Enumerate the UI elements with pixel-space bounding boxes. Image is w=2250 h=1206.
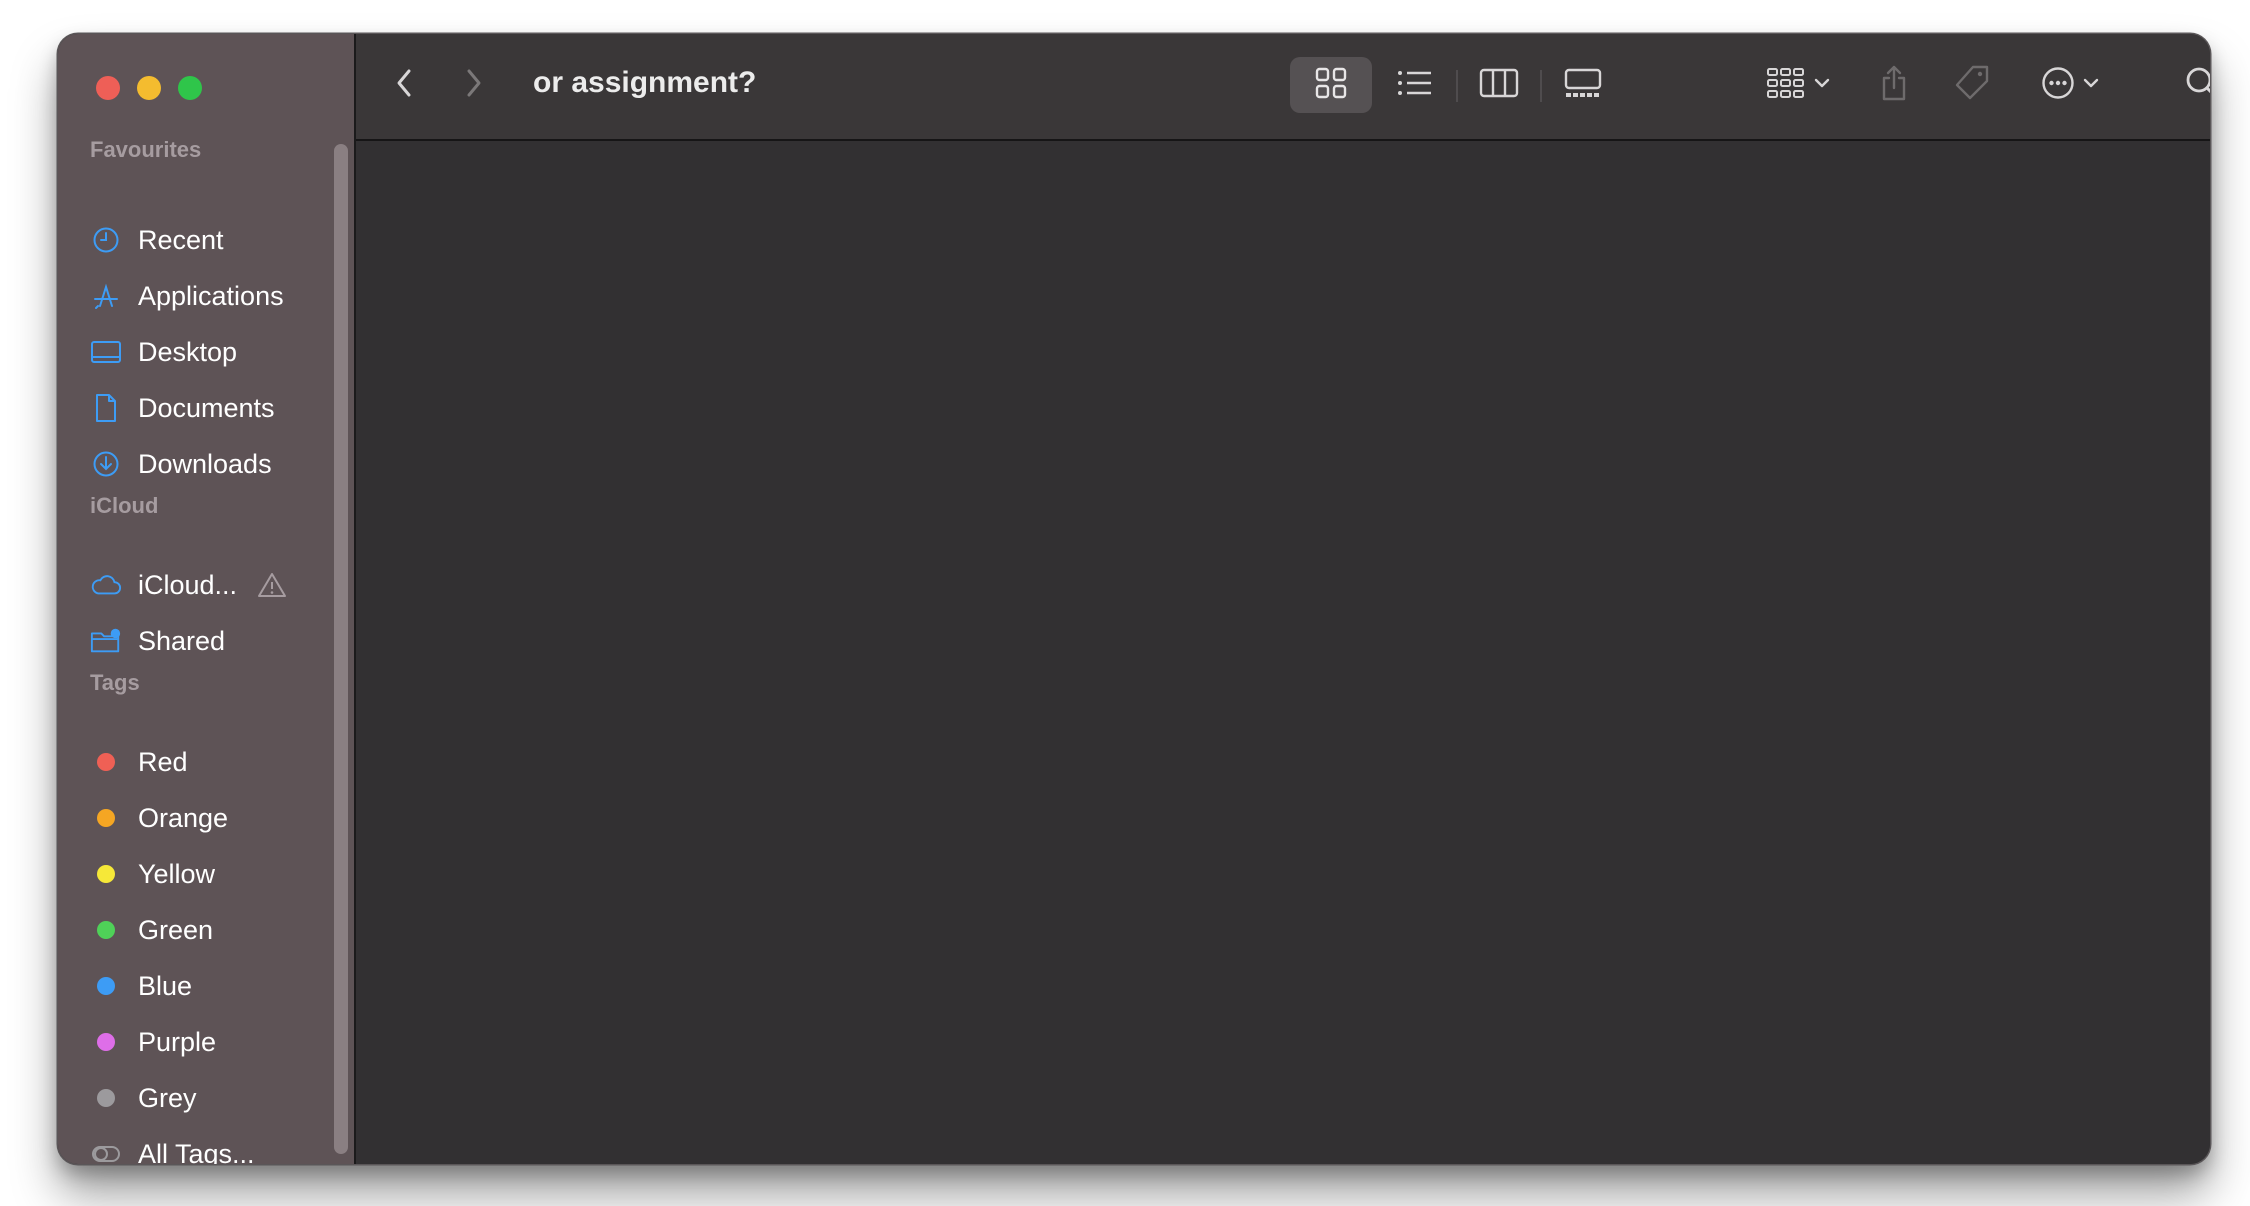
share-button[interactable] bbox=[1870, 61, 1918, 109]
window-title: or assignment? bbox=[533, 66, 757, 99]
sidebar-item-documents[interactable]: Documents bbox=[90, 386, 330, 430]
gallery-view-icon bbox=[1563, 67, 1603, 104]
toolbar: or assignment? bbox=[356, 34, 2210, 141]
sidebar-item-downloads[interactable]: Downloads bbox=[90, 442, 330, 486]
clock-icon bbox=[90, 224, 122, 256]
sidebar-item-label: Applications bbox=[138, 280, 284, 311]
shared-folder-icon bbox=[90, 625, 122, 657]
sidebar-item-recent[interactable]: Recent bbox=[90, 218, 330, 262]
sidebar-item-label: Blue bbox=[138, 970, 193, 1001]
group-icon bbox=[1766, 65, 1806, 106]
sidebar-item-tag-grey[interactable]: Grey bbox=[90, 1076, 330, 1120]
sidebar-item-tag-red[interactable]: Red bbox=[90, 740, 330, 784]
sidebar-item-shared[interactable]: Shared bbox=[90, 619, 330, 663]
sidebar-item-tag-blue[interactable]: Blue bbox=[90, 964, 330, 1008]
minimize-button[interactable] bbox=[137, 76, 161, 100]
sidebar-item-label: Desktop bbox=[138, 336, 238, 367]
zoom-button[interactable] bbox=[178, 76, 202, 100]
sidebar-item-label: Recent bbox=[138, 224, 224, 255]
forward-button[interactable] bbox=[456, 67, 492, 103]
sidebar-item-label: Documents bbox=[138, 392, 275, 423]
icon-view-button[interactable] bbox=[1290, 57, 1372, 113]
list-view-button[interactable] bbox=[1378, 57, 1452, 113]
tag-dot-yellow bbox=[97, 865, 115, 883]
sidebar-item-applications[interactable]: Applications bbox=[90, 274, 330, 318]
tag-button[interactable] bbox=[1948, 61, 1996, 109]
sidebar-item-icloud-drive[interactable]: iCloud... bbox=[90, 563, 330, 607]
chevron-down-icon bbox=[1814, 76, 1830, 94]
sidebar-item-label: Purple bbox=[138, 1026, 217, 1057]
icon-view-icon bbox=[1314, 66, 1348, 105]
tag-icon bbox=[1953, 64, 1991, 107]
list-view-icon bbox=[1396, 68, 1434, 103]
tag-dot-blue bbox=[97, 977, 115, 995]
document-icon bbox=[90, 392, 122, 424]
sidebar: Favourites Recent Applications Desktop D… bbox=[58, 34, 356, 1164]
tags-section-title: Tags bbox=[90, 670, 140, 695]
chevron-down-icon bbox=[2083, 76, 2099, 94]
more-icon bbox=[2041, 66, 2075, 105]
sidebar-item-desktop[interactable]: Desktop bbox=[90, 330, 330, 374]
group-by-button[interactable] bbox=[1756, 61, 1840, 109]
sidebar-scrollbar[interactable] bbox=[334, 144, 348, 1154]
sidebar-item-tag-green[interactable]: Green bbox=[90, 908, 330, 952]
sidebar-item-all-tags[interactable]: All Tags... bbox=[90, 1132, 330, 1164]
sidebar-item-tag-yellow[interactable]: Yellow bbox=[90, 852, 330, 896]
gallery-view-button[interactable] bbox=[1546, 57, 1620, 113]
more-actions-button[interactable] bbox=[2030, 61, 2110, 109]
sidebar-item-label: Orange bbox=[138, 802, 229, 833]
tag-dot-grey bbox=[97, 1089, 115, 1107]
share-icon bbox=[1879, 64, 1909, 107]
sidebar-item-label: iCloud... bbox=[138, 569, 238, 600]
sidebar-item-label: Red bbox=[138, 746, 188, 777]
finder-window: Favourites Recent Applications Desktop D… bbox=[58, 34, 2210, 1164]
tag-dot-red bbox=[97, 753, 115, 771]
all-tags-icon bbox=[90, 1138, 122, 1164]
sidebar-item-label: Shared bbox=[138, 625, 226, 656]
favourites-section-title: Favourites bbox=[90, 137, 202, 162]
chevron-left-icon bbox=[394, 67, 414, 104]
download-icon bbox=[90, 448, 122, 480]
warning-icon[interactable] bbox=[257, 571, 287, 599]
desktop-icon bbox=[90, 336, 122, 368]
window-controls bbox=[96, 76, 202, 100]
toolbar-separator bbox=[1540, 70, 1542, 102]
tag-dot-orange bbox=[97, 809, 115, 827]
sidebar-item-label: Downloads bbox=[138, 448, 272, 479]
icloud-section-title: iCloud bbox=[90, 493, 159, 518]
sidebar-item-label: Grey bbox=[138, 1082, 197, 1113]
close-button[interactable] bbox=[96, 76, 120, 100]
toolbar-separator bbox=[1456, 70, 1458, 102]
back-button[interactable] bbox=[386, 67, 422, 103]
sidebar-item-label: All Tags... bbox=[138, 1138, 255, 1165]
tag-dot-purple bbox=[97, 1033, 115, 1051]
sidebar-item-label: Yellow bbox=[138, 858, 216, 889]
sidebar-item-tag-purple[interactable]: Purple bbox=[90, 1020, 330, 1064]
search-button[interactable] bbox=[2178, 61, 2210, 109]
column-view-icon bbox=[1479, 67, 1519, 104]
tag-dot-green bbox=[97, 921, 115, 939]
search-icon bbox=[2184, 65, 2210, 106]
sidebar-item-tag-orange[interactable]: Orange bbox=[90, 796, 330, 840]
chevron-right-icon bbox=[464, 67, 484, 104]
file-browser-content[interactable] bbox=[356, 141, 2210, 1164]
column-view-button[interactable] bbox=[1462, 57, 1536, 113]
sidebar-item-label: Green bbox=[138, 914, 214, 945]
cloud-icon bbox=[90, 569, 122, 601]
applications-icon bbox=[90, 280, 122, 312]
